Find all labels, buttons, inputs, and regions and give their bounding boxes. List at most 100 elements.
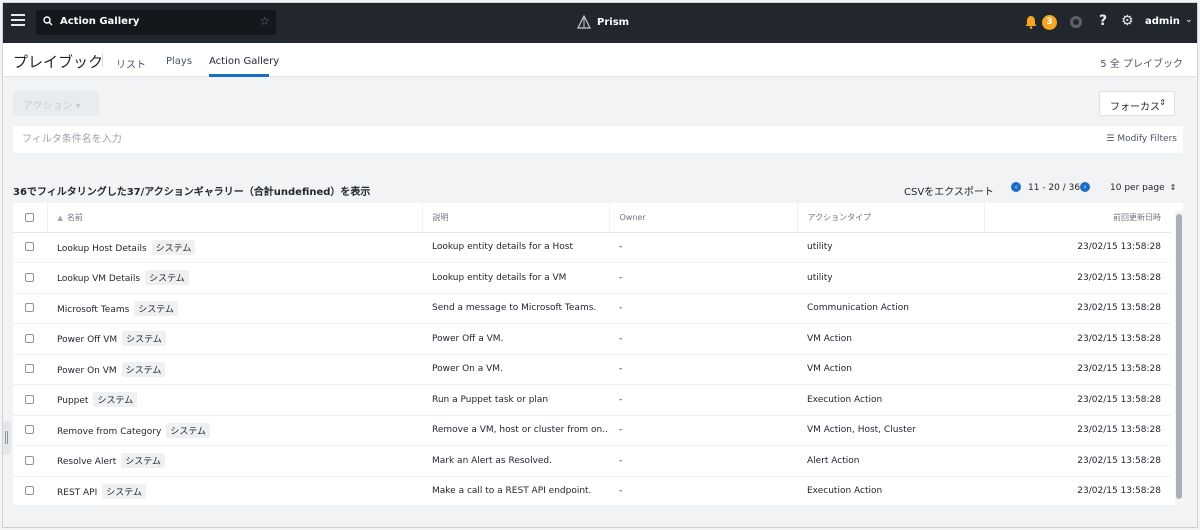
action-name-link[interactable]: Puppet	[57, 396, 88, 406]
row-checkbox[interactable]	[25, 455, 34, 465]
user-menu[interactable]: admin	[1145, 16, 1180, 27]
sort-icon: ▲	[57, 213, 63, 222]
action-type-cell: Execution Action	[797, 476, 984, 505]
search-input[interactable]: Action Gallery	[60, 16, 139, 27]
action-name-link[interactable]: Resolve Alert	[57, 457, 116, 467]
action-name-link[interactable]: Lookup VM Details	[57, 274, 140, 284]
select-all-checkbox[interactable]	[25, 212, 34, 222]
modify-filters-label: Modify Filters	[1117, 134, 1177, 144]
action-type-cell: utility	[797, 262, 984, 294]
row-checkbox[interactable]	[25, 333, 34, 343]
row-select-cell	[13, 384, 47, 416]
page-range: 11 - 20 / 36	[1028, 183, 1081, 193]
column-header-action-type[interactable]: アクションタイプ	[797, 203, 985, 233]
row-select-cell	[13, 293, 47, 324]
row-checkbox[interactable]	[25, 272, 34, 282]
action-type-cell: VM Action, Host, Cluster	[797, 415, 984, 446]
row-checkbox[interactable]	[25, 486, 34, 496]
side-panel-handle[interactable]	[3, 421, 11, 455]
table-row[interactable]: Resolve Alert システム Mark an Alert as Resolv…	[13, 445, 1171, 477]
owner-cell: -	[609, 293, 797, 324]
row-checkbox[interactable]	[25, 425, 34, 435]
playbook-count: 5 全 プレイブック	[1100, 59, 1183, 70]
table-header-row: ▲ 名前 説明 Owner アクションタイプ 前回更新日時	[13, 203, 1171, 233]
notification-badge[interactable]: 3	[1042, 15, 1057, 30]
name-cell: Power Off VM システム	[47, 323, 422, 355]
hamburger-menu-icon[interactable]	[11, 14, 25, 32]
row-select-cell	[13, 323, 47, 355]
chevron-left-icon[interactable]: ‹	[1011, 182, 1021, 192]
gear-icon[interactable]: ⚙	[1121, 13, 1134, 29]
row-select-cell	[13, 445, 47, 477]
select-all-cell	[13, 203, 48, 233]
tab-plays[interactable]: Plays	[166, 56, 192, 67]
owner-cell: -	[609, 415, 797, 446]
system-tag: システム	[145, 270, 189, 286]
last-updated-cell: 23/02/15 13:58:28	[984, 384, 1171, 416]
row-checkbox[interactable]	[25, 303, 34, 313]
table-row[interactable]: Lookup Host Details システム Lookup entity det…	[13, 232, 1171, 263]
actions-dropdown-button[interactable]: アクション ▾	[13, 91, 99, 116]
description-cell: Mark an Alert as Resolved.	[422, 445, 609, 477]
global-search-box[interactable]: Action Gallery ☆	[36, 10, 276, 35]
system-tag: システム	[134, 300, 179, 316]
row-checkbox[interactable]	[25, 364, 34, 374]
last-updated-cell: 23/02/15 13:58:28	[984, 445, 1171, 477]
csv-export-link[interactable]: CSVをエクスポート	[904, 183, 994, 198]
divider	[102, 53, 103, 67]
row-checkbox[interactable]	[25, 242, 34, 252]
system-tag: システム	[151, 239, 196, 255]
name-cell: Lookup VM Details システム	[47, 262, 422, 294]
action-name-link[interactable]: Lookup Host Details	[57, 244, 147, 254]
last-updated-cell: 23/02/15 13:58:28	[984, 323, 1171, 355]
column-header-last-updated[interactable]: 前回更新日時	[984, 203, 1171, 233]
table-row[interactable]: Puppet システム Run a Puppet task or plan - Exec…	[13, 384, 1171, 416]
action-name-link[interactable]: Power On VM	[57, 366, 117, 376]
table-row[interactable]: Lookup VM Details システム Lookup entity detai…	[13, 262, 1171, 294]
owner-cell: -	[609, 476, 797, 505]
focus-dropdown-button[interactable]: フォーカス ⇕	[1099, 91, 1175, 116]
tab-list[interactable]: リスト	[116, 56, 146, 71]
description-cell: Power Off a VM.	[422, 323, 609, 355]
action-name-link[interactable]: Remove from Category	[57, 427, 161, 437]
last-updated-cell: 23/02/15 13:58:28	[984, 415, 1171, 446]
table-row[interactable]: Power On VM システム Power On a VM. - VM Action 2…	[13, 354, 1171, 385]
row-select-cell	[13, 262, 47, 294]
star-icon[interactable]: ☆	[259, 14, 270, 28]
help-icon[interactable]: ?	[1099, 13, 1107, 29]
scrollbar-thumb[interactable]	[1176, 214, 1182, 499]
name-cell: Remove from Category システム	[47, 415, 422, 446]
table-row[interactable]: Remove from Category システム Remove a VM, hos…	[13, 415, 1171, 446]
filter-input[interactable]	[13, 126, 1073, 153]
action-name-link[interactable]: REST API	[57, 488, 97, 498]
system-tag: システム	[122, 331, 166, 347]
table-row[interactable]: Power Off VM システム Power Off a VM. - VM Actio…	[13, 323, 1171, 355]
status-circle-icon[interactable]	[1070, 16, 1082, 28]
column-header-name[interactable]: ▲ 名前	[47, 203, 423, 233]
system-tag: システム	[121, 361, 166, 377]
owner-cell: -	[609, 354, 797, 385]
modify-filters-button[interactable]: ☰ Modify Filters	[1106, 134, 1177, 144]
column-header-owner[interactable]: Owner	[609, 203, 798, 233]
action-name-link[interactable]: Microsoft Teams	[57, 305, 129, 315]
row-select-cell	[13, 232, 47, 263]
row-select-cell	[13, 476, 47, 505]
search-icon	[43, 16, 53, 26]
action-type-cell: Alert Action	[797, 445, 984, 477]
table-row[interactable]: REST API システム Make a call to a REST API en…	[13, 476, 1171, 505]
column-header-description[interactable]: 説明	[422, 203, 610, 233]
chevron-down-icon[interactable]: ⌄	[1185, 15, 1193, 25]
tab-action-gallery[interactable]: Action Gallery	[209, 56, 279, 67]
per-page-select[interactable]: 10 per page ⇕	[1110, 183, 1176, 193]
action-type-cell: Execution Action	[797, 384, 984, 416]
bell-icon[interactable]	[1025, 15, 1037, 29]
scrollbar[interactable]	[1175, 211, 1183, 505]
row-checkbox[interactable]	[25, 394, 34, 404]
owner-cell: -	[609, 384, 797, 416]
page-header: プレイブック リスト Plays Action Gallery 5 全 プレイブ…	[3, 43, 1197, 77]
name-cell: Power On VM システム	[47, 354, 422, 385]
chevron-right-icon[interactable]: ›	[1080, 182, 1090, 192]
owner-cell: -	[609, 445, 797, 477]
table-row[interactable]: Microsoft Teams システム Send a message to Mic…	[13, 293, 1171, 324]
action-name-link[interactable]: Power Off VM	[57, 335, 117, 345]
